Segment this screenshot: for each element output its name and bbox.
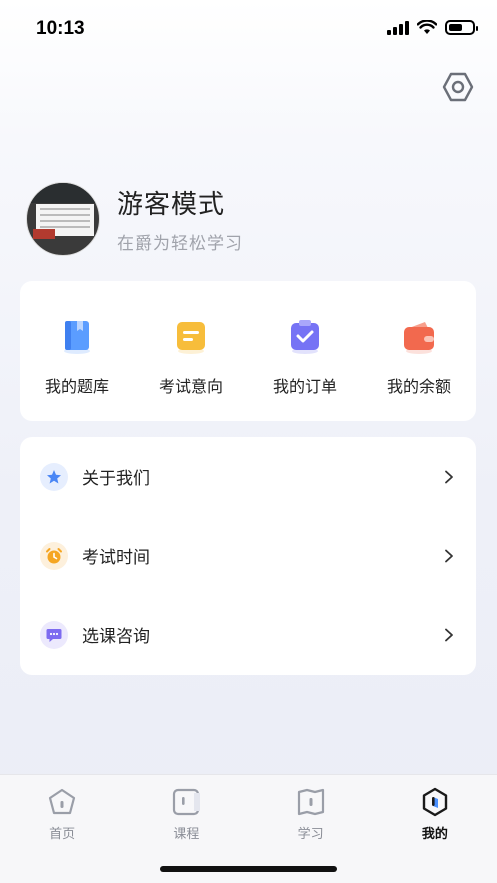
settings-button[interactable] bbox=[441, 70, 475, 104]
profile-section[interactable]: 游客模式 在爵为轻松学习 bbox=[26, 181, 243, 257]
exam-intention-label: 考试意向 bbox=[158, 377, 223, 396]
hexagon-settings-icon bbox=[442, 72, 474, 102]
chevron-right-icon bbox=[442, 628, 456, 642]
tab-home-label: 首页 bbox=[49, 827, 76, 842]
tab-study-label: 学习 bbox=[297, 827, 324, 842]
my-question-bank-button[interactable]: 我的题库 bbox=[20, 281, 134, 421]
signal-icon bbox=[387, 20, 409, 35]
quick-actions-card: 我的题库 考试意向 我的订单 我的余额 bbox=[20, 281, 476, 421]
my-orders-label: 我的订单 bbox=[272, 377, 337, 396]
alarm-clock-icon bbox=[40, 541, 68, 570]
chevron-right-icon bbox=[442, 470, 456, 484]
battery-icon bbox=[445, 20, 478, 35]
tab-home[interactable]: 首页 bbox=[0, 775, 124, 883]
star-icon bbox=[40, 462, 68, 491]
menu-label-course-consult: 选课咨询 bbox=[82, 627, 150, 647]
menu-item-course-consult[interactable]: 选课咨询 bbox=[20, 595, 476, 674]
tab-mine-label: 我的 bbox=[421, 827, 448, 842]
note-icon bbox=[177, 322, 205, 354]
tab-courses-label: 课程 bbox=[173, 827, 200, 842]
my-orders-button[interactable]: 我的订单 bbox=[248, 281, 362, 421]
my-balance-label: 我的余额 bbox=[386, 377, 451, 396]
menu-label-about-us: 关于我们 bbox=[82, 469, 150, 489]
status-time: 10:13 bbox=[36, 18, 85, 39]
course-icon bbox=[173, 788, 201, 816]
avatar[interactable] bbox=[26, 182, 100, 256]
chat-bubble-icon bbox=[40, 620, 68, 649]
menu-label-exam-time: 考试时间 bbox=[82, 548, 150, 568]
wallet-icon bbox=[404, 322, 434, 354]
menu-item-exam-time[interactable]: 考试时间 bbox=[20, 516, 476, 595]
profile-name: 游客模式 bbox=[117, 190, 226, 220]
home-pentagon-icon bbox=[49, 788, 76, 815]
clipboard-check-icon bbox=[291, 320, 319, 354]
wifi-icon bbox=[417, 20, 437, 34]
tab-mine[interactable]: 我的 bbox=[373, 775, 497, 883]
home-indicator bbox=[160, 866, 337, 872]
profile-hexagon-icon bbox=[422, 787, 448, 817]
my-question-bank-label: 我的题库 bbox=[44, 377, 109, 396]
menu-card: 关于我们 考试时间 选课咨询 bbox=[20, 437, 476, 675]
status-icons bbox=[387, 20, 478, 35]
profile-subtitle: 在爵为轻松学习 bbox=[117, 234, 243, 254]
chevron-right-icon bbox=[442, 549, 456, 563]
book-icon bbox=[64, 321, 90, 354]
menu-item-about-us[interactable]: 关于我们 bbox=[20, 437, 476, 516]
status-bar: 10:13 bbox=[0, 0, 497, 60]
profile-text: 游客模式 在爵为轻松学习 bbox=[117, 184, 243, 254]
my-balance-button[interactable]: 我的余额 bbox=[362, 281, 476, 421]
map-book-icon bbox=[297, 788, 324, 816]
battery-level bbox=[449, 24, 463, 31]
exam-intention-button[interactable]: 考试意向 bbox=[134, 281, 248, 421]
